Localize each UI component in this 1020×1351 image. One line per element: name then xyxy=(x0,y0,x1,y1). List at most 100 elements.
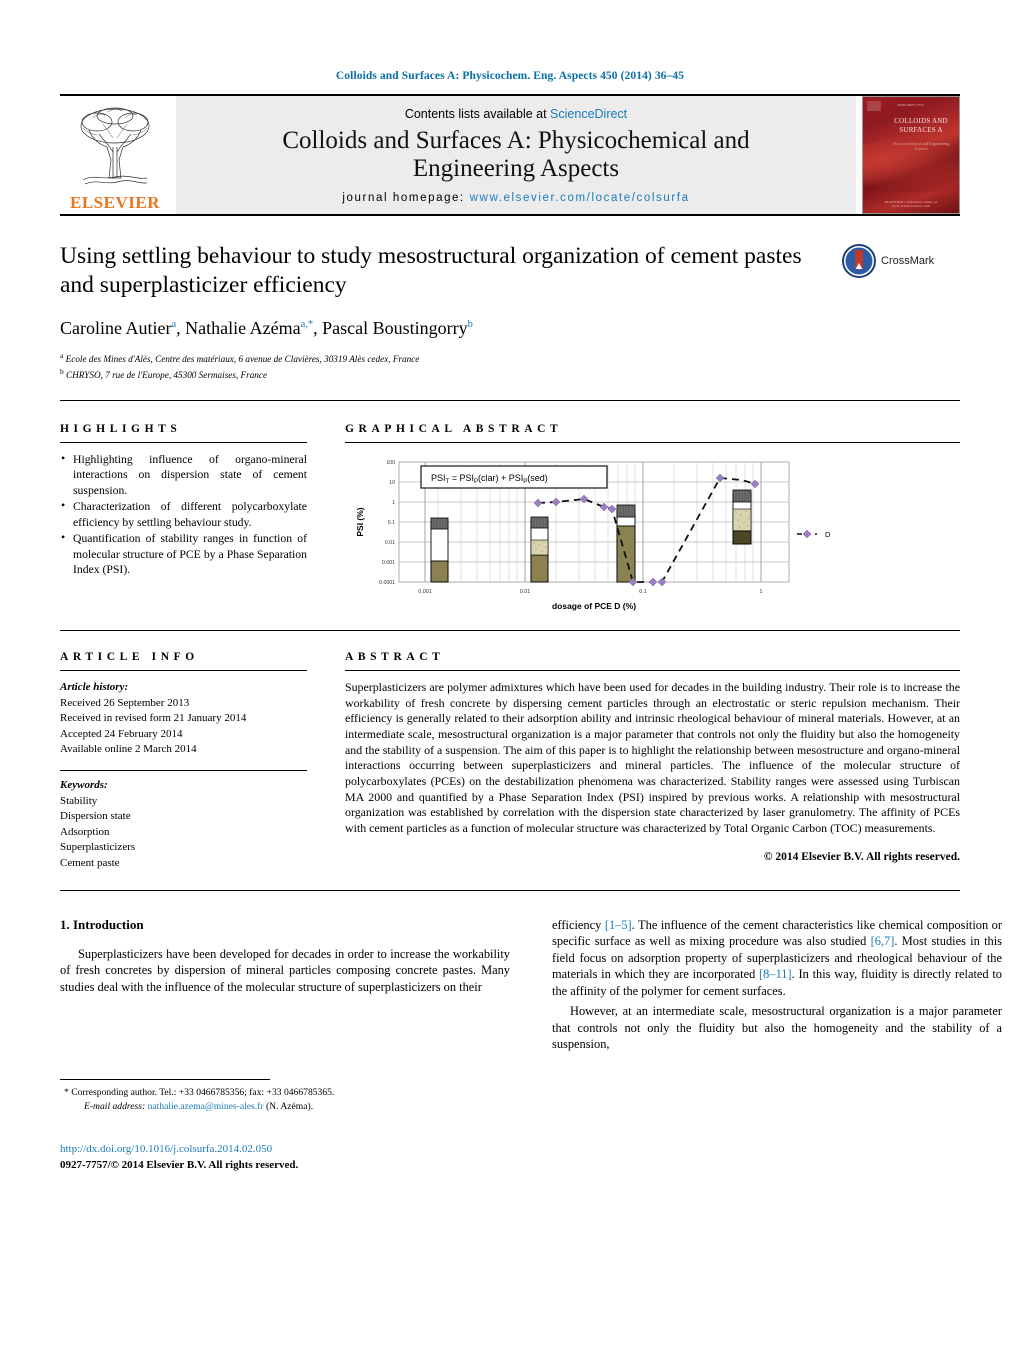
intro-paragraph-right-1: efficiency [1–5]. The influence of the c… xyxy=(552,917,1002,1000)
elsevier-tree-icon xyxy=(80,107,150,185)
citation-ref[interactable]: [6,7] xyxy=(871,934,895,948)
body-column-left: 1. Introduction Superplasticizers have b… xyxy=(60,917,510,1057)
graphical-abstract-figure: 100 10 1 0.1 0.01 0.001 0.0001 0.001 0.0… xyxy=(345,452,960,620)
contents-available-line: Contents lists available at ScienceDirec… xyxy=(405,107,627,121)
history-item: Accepted 24 February 2014 xyxy=(60,727,183,740)
author-affil-marker: a xyxy=(171,318,177,330)
chart-legend-label: D xyxy=(825,530,831,539)
crossmark-icon xyxy=(842,244,876,278)
journal-title-line2: Engineering Aspects xyxy=(412,155,620,182)
intro-r1-a: efficiency xyxy=(552,917,605,932)
keyword-item: Cement paste xyxy=(60,857,120,870)
banner-bottom-rule xyxy=(60,214,960,216)
body-columns: 1. Introduction Superplasticizers have b… xyxy=(60,917,1002,1057)
svg-text:1: 1 xyxy=(760,589,763,595)
elsevier-logo: ELSEVIER xyxy=(60,96,170,214)
svg-text:0.01: 0.01 xyxy=(520,589,531,595)
keyword-item: Superplasticizers xyxy=(60,841,136,854)
author-affil-marker: a,* xyxy=(300,318,314,330)
article-history: Article history: Received 26 September 2… xyxy=(60,680,307,758)
sciencedirect-link[interactable]: ScienceDirect xyxy=(550,107,627,121)
chart-x-tick-labels: 0.001 0.01 0.1 1 xyxy=(418,589,762,595)
graphical-abstract-bottom-rule xyxy=(60,629,960,631)
graphical-abstract-heading: GRAPHICAL ABSTRACT xyxy=(345,422,563,435)
highlights-graphical-section: HIGHLIGHTS Highlighting influence of org… xyxy=(60,423,960,620)
keyword-item: Stability xyxy=(60,794,98,807)
svg-text:1: 1 xyxy=(392,500,395,506)
keyword-item: Adsorption xyxy=(60,825,110,838)
author-affil-marker: b xyxy=(467,318,473,330)
svg-text:0.1: 0.1 xyxy=(388,520,395,526)
svg-text:10: 10 xyxy=(389,480,395,486)
highlights-column: HIGHLIGHTS Highlighting influence of org… xyxy=(60,423,307,620)
affiliation-text: Ecole des Mines d'Alès, Centre des matér… xyxy=(65,354,420,365)
elsevier-wordmark: ELSEVIER xyxy=(70,193,160,212)
intro-paragraph-right-2: However, at an intermediate scale, mesos… xyxy=(552,1004,1002,1052)
page-title: Using settling behaviour to study mesost… xyxy=(60,243,802,299)
highlights-rule xyxy=(60,441,307,443)
article-info-heading: ARTICLE INFO xyxy=(60,650,199,663)
list-item: Highlighting influence of organo-mineral… xyxy=(60,451,307,498)
abstract-heading: ABSTRACT xyxy=(345,650,445,663)
keywords-label: Keywords: xyxy=(60,779,108,791)
keywords-block: Keywords: Stability Dispersion state Ads… xyxy=(60,778,307,872)
citation-ref[interactable]: [8–11] xyxy=(759,967,792,981)
article-info-rule xyxy=(60,669,307,671)
abstract-rule xyxy=(345,669,960,671)
journal-title: Colloids and Surfaces A: Physicochemical… xyxy=(282,127,749,184)
vial-sample-1 xyxy=(430,517,449,583)
cover-title: COLLOIDS AND SURFACES A xyxy=(894,117,948,134)
corresponding-marker: * xyxy=(64,1086,69,1098)
citation-ref[interactable]: [1–5] xyxy=(605,918,632,932)
homepage-url-link[interactable]: www.elsevier.com/locate/colsurfa xyxy=(470,192,690,204)
paper-page: Colloids and Surfaces A: Physicochem. En… xyxy=(0,0,1020,1351)
chart-annotation-box: PSIT = PSIP(clar) + PSIP(sed) xyxy=(420,465,608,489)
contents-prefix: Contents lists available at xyxy=(404,106,551,121)
journal-homepage: journal homepage: www.elsevier.com/locat… xyxy=(342,192,689,204)
abstract-bottom-rule xyxy=(60,889,960,891)
article-info-column: ARTICLE INFO Article history: Received 2… xyxy=(60,651,307,872)
keyword-item: Dispersion state xyxy=(60,810,131,823)
svg-text:100: 100 xyxy=(386,460,395,466)
cover-top-meta: ISSN 0927-7757 xyxy=(897,103,925,107)
chart-legend: D xyxy=(797,529,831,539)
graphical-abstract-rule xyxy=(345,441,960,443)
author-list: Caroline Autiera, Nathalie Azémaa,*, Pas… xyxy=(60,317,473,338)
running-head: Colloids and Surfaces A: Physicochem. En… xyxy=(335,70,685,82)
doi-link[interactable]: http://dx.doi.org/10.1016/j.colsurfa.201… xyxy=(60,1142,960,1158)
footnote-rule xyxy=(60,1078,270,1080)
intro-paragraph-left: Superplasticizers have been developed fo… xyxy=(60,946,510,994)
list-item: Quantification of stability ranges in fu… xyxy=(60,530,307,577)
author-name: Nathalie Azéma xyxy=(185,317,301,338)
author-name: Pascal Boustingorry xyxy=(322,317,468,338)
list-item: Characterization of different polycarbox… xyxy=(60,498,307,530)
body-column-right: efficiency [1–5]. The influence of the c… xyxy=(552,917,1002,1057)
svg-text:0.001: 0.001 xyxy=(382,560,395,566)
keywords-separator xyxy=(60,770,307,771)
crossmark-badge[interactable]: CrossMark xyxy=(842,244,960,278)
homepage-label: journal homepage: xyxy=(342,191,465,204)
crossmark-label: CrossMark xyxy=(881,255,935,267)
affiliation-marker: b xyxy=(60,366,64,376)
email-link[interactable]: nathalie.azema@mines-ales.fr xyxy=(148,1101,264,1112)
journal-title-line1: Colloids and Surfaces A: Physicochemical… xyxy=(282,126,750,154)
cover-artwork xyxy=(863,138,959,193)
doi-block: http://dx.doi.org/10.1016/j.colsurfa.201… xyxy=(60,1142,960,1174)
article-history-label: Article history: xyxy=(60,680,129,693)
journal-cover-thumbnail: ISSN 0927-7757 COLLOIDS AND SURFACES A P… xyxy=(862,96,960,214)
affiliation-item: a Ecole des Mines d'Alès, Centre des mat… xyxy=(60,351,835,366)
highlights-list: Highlighting influence of organo-mineral… xyxy=(60,451,307,578)
journal-banner: ELSEVIER Contents lists available at Sci… xyxy=(60,96,960,214)
affiliation-item: b CHRYSO, 7 rue de l'Europe, 45300 Serma… xyxy=(60,367,835,382)
corresponding-text: Corresponding author. Tel.: +33 04667853… xyxy=(71,1086,335,1098)
history-item: Received 26 September 2013 xyxy=(60,696,190,709)
history-item: Available online 2 March 2014 xyxy=(60,743,197,756)
history-item: Received in revised form 21 January 2014 xyxy=(60,712,247,725)
chart-y-tick-labels: 100 10 1 0.1 0.01 0.001 0.0001 xyxy=(379,460,395,586)
title-block: Using settling behaviour to study mesost… xyxy=(60,242,960,382)
affiliation-marker: a xyxy=(60,351,64,361)
author-name: Caroline Autier xyxy=(60,317,172,338)
abstract-copyright: © 2014 Elsevier B.V. All rights reserved… xyxy=(763,850,960,863)
highlights-heading: HIGHLIGHTS xyxy=(60,422,182,435)
section-title-introduction: 1. Introduction xyxy=(60,916,144,932)
